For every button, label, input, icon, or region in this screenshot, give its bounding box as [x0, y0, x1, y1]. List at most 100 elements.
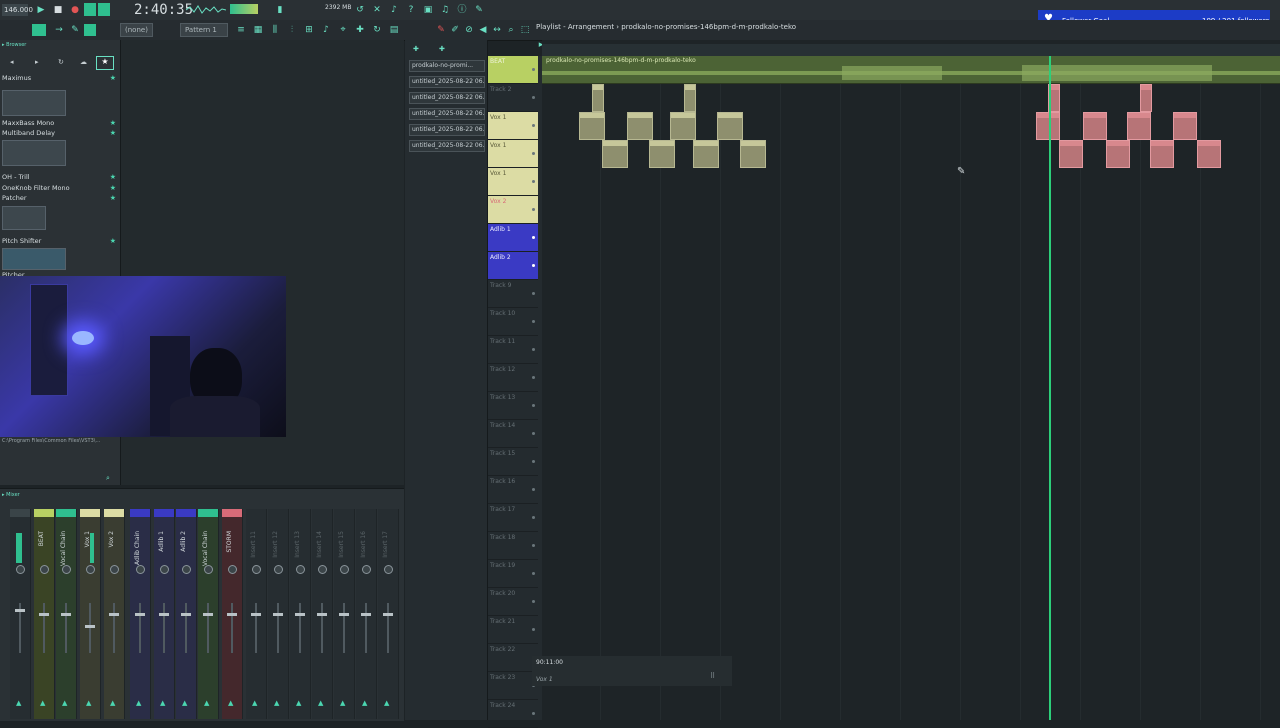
vocal-clip[interactable] — [602, 140, 628, 168]
pan-knob[interactable] — [252, 565, 261, 574]
pan-knob[interactable] — [204, 565, 213, 574]
browser-item[interactable]: Multiband Delay — [2, 129, 55, 137]
tempo-icon[interactable]: ✚ — [439, 45, 445, 53]
track-header[interactable]: Track 22 — [488, 644, 538, 672]
volume-fader[interactable] — [361, 613, 371, 616]
track-header[interactable]: Track 17 — [488, 504, 538, 532]
info-icon[interactable]: ⓘ — [457, 5, 467, 15]
browser-item[interactable]: MaxxBass Mono — [2, 119, 54, 127]
search-icon[interactable]: ⌕ — [106, 474, 110, 483]
piano-icon[interactable]: ▦ — [253, 25, 263, 35]
vocal2-clip[interactable] — [1140, 84, 1152, 112]
mixer-strip[interactable]: Adlib 1 ▲ — [154, 509, 175, 719]
vocal2-clip[interactable] — [1059, 140, 1083, 168]
pattern-select[interactable]: Pattern 1 — [180, 23, 228, 37]
volume-fader[interactable] — [181, 613, 191, 616]
mixer-strip[interactable]: Adlib Chain ▲ — [130, 509, 151, 719]
vocal2-clip[interactable] — [1106, 140, 1130, 168]
track-header[interactable]: Track 18 — [488, 532, 538, 560]
route-arrow-icon[interactable]: ▲ — [252, 699, 257, 707]
beat-audio-clip[interactable]: prodkalo-no-promises-146bpm-d-m-prodkalo… — [542, 56, 1280, 84]
route-arrow-icon[interactable]: ▲ — [296, 699, 301, 707]
refresh-icon[interactable]: ↻ — [58, 58, 64, 66]
route-arrow-icon[interactable]: ▲ — [362, 699, 367, 707]
track-header[interactable]: Track 13 — [488, 392, 538, 420]
volume-fader[interactable] — [273, 613, 283, 616]
clip-item[interactable]: untitled_2025-08-22 06... — [409, 140, 485, 152]
route-arrow-icon[interactable]: ▲ — [384, 699, 389, 707]
calc-icon[interactable]: ▤ — [389, 25, 399, 35]
route-arrow-icon[interactable]: ▲ — [16, 699, 21, 707]
mixer-strip[interactable]: Adlib 2 ▲ — [176, 509, 197, 719]
browser-tab-bar[interactable]: ▸ Browser — [2, 42, 116, 48]
favorite-star-icon[interactable]: ★ — [110, 129, 116, 137]
route-arrow-icon[interactable]: ▲ — [62, 699, 67, 707]
vocal2-clip[interactable] — [1127, 112, 1151, 140]
vocal2-clip[interactable] — [1083, 112, 1107, 140]
volume-fader[interactable] — [109, 613, 119, 616]
pan-knob[interactable] — [40, 565, 49, 574]
snap-toggle[interactable] — [32, 24, 46, 36]
volume-fader[interactable] — [61, 613, 71, 616]
mixer-strip[interactable]: Vocal Chain ▲ — [198, 509, 219, 719]
vocal2-clip[interactable] — [1150, 140, 1174, 168]
pattern-mode-toggle[interactable] — [84, 3, 96, 16]
vocal-clip[interactable] — [579, 112, 605, 140]
star-filter-icon[interactable]: ★ — [96, 56, 114, 70]
vocal2-clip[interactable] — [1197, 140, 1221, 168]
track-header[interactable]: BEAT — [488, 56, 538, 84]
pan-knob[interactable] — [228, 565, 237, 574]
track-header[interactable]: Track 24 — [488, 700, 538, 728]
track-header[interactable]: Track 15 — [488, 448, 538, 476]
route-arrow-icon[interactable]: ▲ — [204, 699, 209, 707]
volume-fader[interactable] — [203, 613, 213, 616]
close-icon[interactable]: ✕ — [372, 5, 382, 15]
track-header[interactable]: Track 21 — [488, 616, 538, 644]
delete-icon[interactable]: ⊘ — [464, 25, 474, 35]
route-arrow-icon[interactable]: ▲ — [340, 699, 345, 707]
route-arrow-icon[interactable]: ▲ — [318, 699, 323, 707]
favorite-star-icon[interactable]: ★ — [110, 74, 116, 82]
stop-icon[interactable]: ■ — [53, 5, 63, 15]
track-header[interactable]: Track 19 — [488, 560, 538, 588]
pan-knob[interactable] — [110, 565, 119, 574]
select-icon[interactable]: ⬚ — [520, 25, 530, 35]
browser-item[interactable]: OH - Trill — [2, 173, 30, 181]
vocal-clip[interactable] — [592, 84, 604, 112]
pan-knob[interactable] — [62, 565, 71, 574]
pencil-icon[interactable]: ✎ — [70, 25, 80, 35]
browser-icon[interactable]: ⊞ — [304, 25, 314, 35]
vocal2-clip[interactable] — [1036, 112, 1060, 140]
pin-icon[interactable]: ⌖ — [338, 25, 348, 35]
reset-icon[interactable]: ↻ — [372, 25, 382, 35]
paint-toggle[interactable] — [84, 24, 96, 36]
track-header[interactable]: Track 14 — [488, 420, 538, 448]
favorite-star-icon[interactable]: ★ — [110, 194, 116, 202]
arrow-right-icon[interactable]: → — [54, 25, 64, 35]
mixer-strip[interactable]: Vox 1 ▲ — [80, 509, 101, 719]
track-header[interactable]: Vox 1 — [488, 112, 538, 140]
cursor-icon[interactable]: ✚ — [355, 25, 365, 35]
volume-fader[interactable] — [15, 609, 25, 612]
browser-item[interactable]: Patcher — [2, 194, 27, 202]
vocal-clip[interactable] — [649, 140, 675, 168]
mixer-strip[interactable]: Insert 13 ▲ — [290, 509, 311, 719]
record-icon[interactable]: ● — [70, 5, 80, 15]
favorite-star-icon[interactable]: ★ — [110, 184, 116, 192]
play-icon[interactable]: ▶ — [36, 5, 46, 15]
pan-knob[interactable] — [160, 565, 169, 574]
mixer-strip[interactable]: Insert 14 ▲ — [312, 509, 333, 719]
pan-knob[interactable] — [182, 565, 191, 574]
song-mode-toggle[interactable] — [98, 3, 110, 16]
slip-icon[interactable]: ↔ — [492, 25, 502, 35]
pan-knob[interactable] — [318, 565, 327, 574]
mixer-strip[interactable]: BEAT ▲ — [34, 509, 55, 719]
route-arrow-icon[interactable]: ▲ — [40, 699, 45, 707]
route-arrow-icon[interactable]: ▲ — [182, 699, 187, 707]
zoom-icon[interactable]: ⌕ — [506, 25, 516, 35]
track-header[interactable]: Vox 2 — [488, 196, 538, 224]
pan-knob[interactable] — [296, 565, 305, 574]
vocal-clip[interactable] — [693, 140, 719, 168]
track-header[interactable]: Track 2 — [488, 84, 538, 112]
cloud-icon[interactable]: ☁ — [80, 58, 87, 66]
